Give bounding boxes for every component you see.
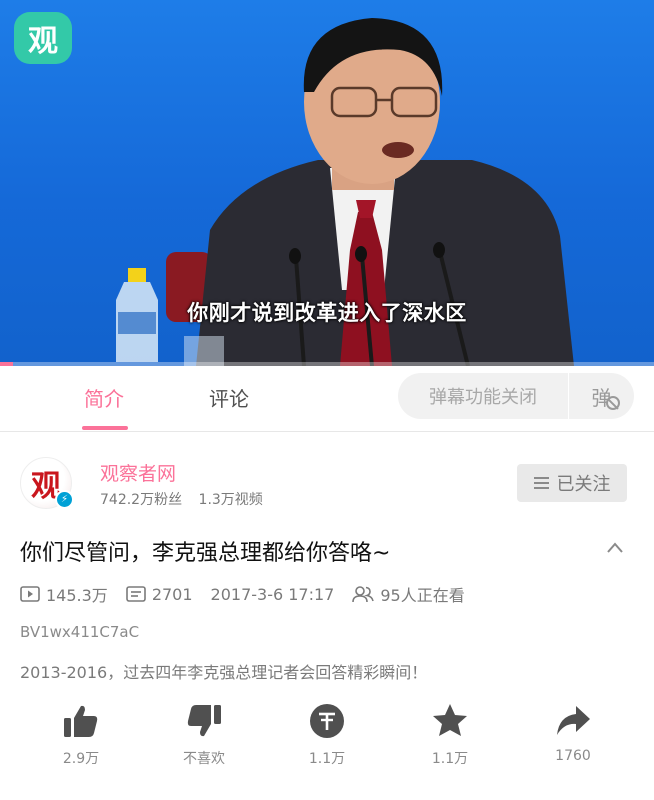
tab-intro[interactable]: 简介 bbox=[84, 383, 124, 412]
share-button[interactable]: 1760 bbox=[528, 700, 618, 764]
follow-label: 已关注 bbox=[556, 474, 611, 495]
view-count-value: 145.3万 bbox=[46, 586, 108, 605]
dislike-button[interactable]: 不喜欢 bbox=[159, 700, 249, 768]
share-count: 1760 bbox=[555, 748, 591, 764]
danmaku-input[interactable]: 弹幕功能关闭 弹 bbox=[398, 373, 634, 419]
channel-logo-char: 观 bbox=[28, 24, 58, 59]
danmaku-count-icon bbox=[126, 586, 146, 602]
people-icon bbox=[352, 586, 375, 603]
lightning-icon: ⚡ bbox=[55, 490, 74, 509]
video-count: 1.3万视频 bbox=[198, 492, 263, 508]
uploader-name[interactable]: 观察者网 bbox=[100, 459, 176, 486]
video-player[interactable]: 观 你刚才说到改革进入了深水区 bbox=[0, 0, 654, 366]
danmaku-status-label: 弹幕功能关闭 bbox=[429, 387, 537, 408]
action-bar: 2.9万 不喜欢 1.1万 1.1万 1760 bbox=[0, 700, 654, 780]
video-title: 你们尽管问，李克强总理都给你答咯~ bbox=[20, 541, 391, 566]
play-count-icon bbox=[20, 586, 40, 602]
like-button[interactable]: 2.9万 bbox=[36, 700, 126, 768]
uploader-stats: 742.2万粉丝 1.3万视频 bbox=[100, 489, 275, 509]
thumbs-down-icon bbox=[187, 705, 221, 737]
coin-button[interactable]: 1.1万 bbox=[282, 700, 372, 768]
tab-comments[interactable]: 评论 bbox=[209, 383, 249, 412]
favorite-count: 1.1万 bbox=[431, 751, 469, 767]
star-icon bbox=[433, 704, 467, 736]
favorite-button[interactable]: 1.1万 bbox=[405, 700, 495, 768]
bvid-label: BV1wx411C7aC bbox=[20, 623, 140, 641]
coin-icon bbox=[310, 704, 344, 738]
like-count: 2.9万 bbox=[62, 751, 100, 767]
watching-count: 95人正在看 bbox=[352, 582, 465, 606]
danmaku-toggle-button[interactable]: 弹 bbox=[569, 373, 634, 419]
active-tab-indicator bbox=[82, 426, 128, 430]
publish-time: 2017-3-6 17:17 bbox=[210, 584, 335, 604]
danmaku-count-value: 2701 bbox=[151, 584, 193, 604]
menu-icon bbox=[533, 477, 549, 489]
watching-count-value: 95人正在看 bbox=[380, 586, 465, 605]
thumbs-up-icon bbox=[64, 705, 98, 737]
ban-icon bbox=[606, 396, 620, 410]
video-meta: 145.3万 2701 2017-3-6 17:17 95人正在看 bbox=[20, 582, 483, 606]
share-icon bbox=[557, 706, 590, 735]
dislike-label: 不喜欢 bbox=[183, 751, 225, 767]
coin-count: 1.1万 bbox=[308, 751, 346, 767]
follow-button[interactable]: 已关注 bbox=[517, 464, 627, 502]
video-subtitle: 你刚才说到改革进入了深水区 bbox=[187, 301, 467, 325]
chevron-up-icon[interactable] bbox=[607, 540, 623, 556]
view-count: 145.3万 bbox=[20, 582, 108, 606]
video-description: 2013-2016，过去四年李克强总理记者会回答精彩瞬间！ bbox=[20, 663, 428, 682]
fans-count: 742.2万粉丝 bbox=[100, 492, 183, 508]
danmaku-count: 2701 bbox=[126, 585, 193, 604]
tab-bar: 简介 评论 弹幕功能关闭 弹 bbox=[0, 366, 654, 432]
channel-logo-icon: 观 bbox=[14, 12, 72, 64]
